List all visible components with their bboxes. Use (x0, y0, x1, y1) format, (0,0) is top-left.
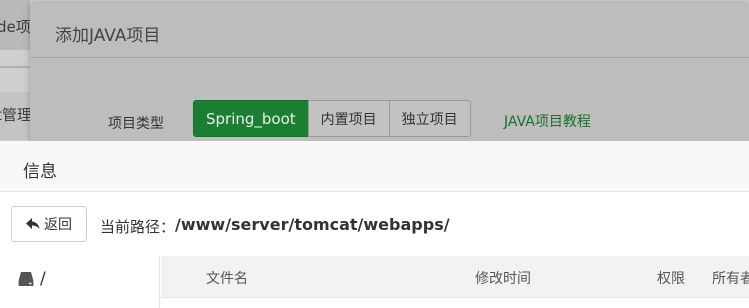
column-modified-time[interactable]: 修改时间 (475, 268, 531, 288)
dialog-divider (30, 57, 749, 58)
column-owner[interactable]: 所有者 (712, 268, 749, 288)
file-table-header: 文件名 修改时间 权限 所有者 (161, 256, 749, 298)
column-permissions[interactable]: 权限 (657, 268, 685, 288)
java-tutorial-link[interactable]: JAVA项目教程 (504, 111, 591, 131)
type-builtin-project-button[interactable]: 内置项目 (307, 100, 390, 137)
current-path-label: 当前路径： (100, 218, 176, 236)
disk-icon (18, 272, 34, 286)
tree-root-item[interactable]: / (40, 269, 46, 289)
info-dialog: 信息 返回 当前路径： /www/server/tomcat/webapps/ … (0, 141, 749, 308)
project-type-group: Spring_boot 内置项目 独立项目 (193, 100, 471, 137)
column-filename[interactable]: 文件名 (206, 268, 248, 288)
type-spring-boot-button[interactable]: Spring_boot (193, 100, 309, 137)
info-dialog-header: 信息 (0, 141, 749, 192)
background-nav-item-label: t管理 (0, 106, 32, 124)
arrow-back-icon (26, 218, 40, 229)
dialog-title: 添加JAVA项目 (55, 26, 161, 46)
back-button[interactable]: 返回 (11, 206, 87, 242)
current-path-value: /www/server/tomcat/webapps/ (175, 215, 450, 234)
background-divider (0, 66, 30, 68)
background-nav-item: t管理 (0, 92, 32, 140)
back-button-label: 返回 (44, 217, 72, 233)
project-type-label: 项目类型 (108, 116, 164, 132)
background-nav-item: de项 (0, 0, 31, 50)
directory-tree: / (0, 256, 160, 308)
type-standalone-project-button[interactable]: 独立项目 (388, 100, 471, 137)
background-nav-item-label: de项 (0, 18, 31, 36)
info-dialog-title: 信息 (23, 162, 57, 182)
add-java-project-dialog: 添加JAVA项目 项目类型 Spring_boot 内置项目 独立项目 JAVA… (30, 3, 749, 143)
